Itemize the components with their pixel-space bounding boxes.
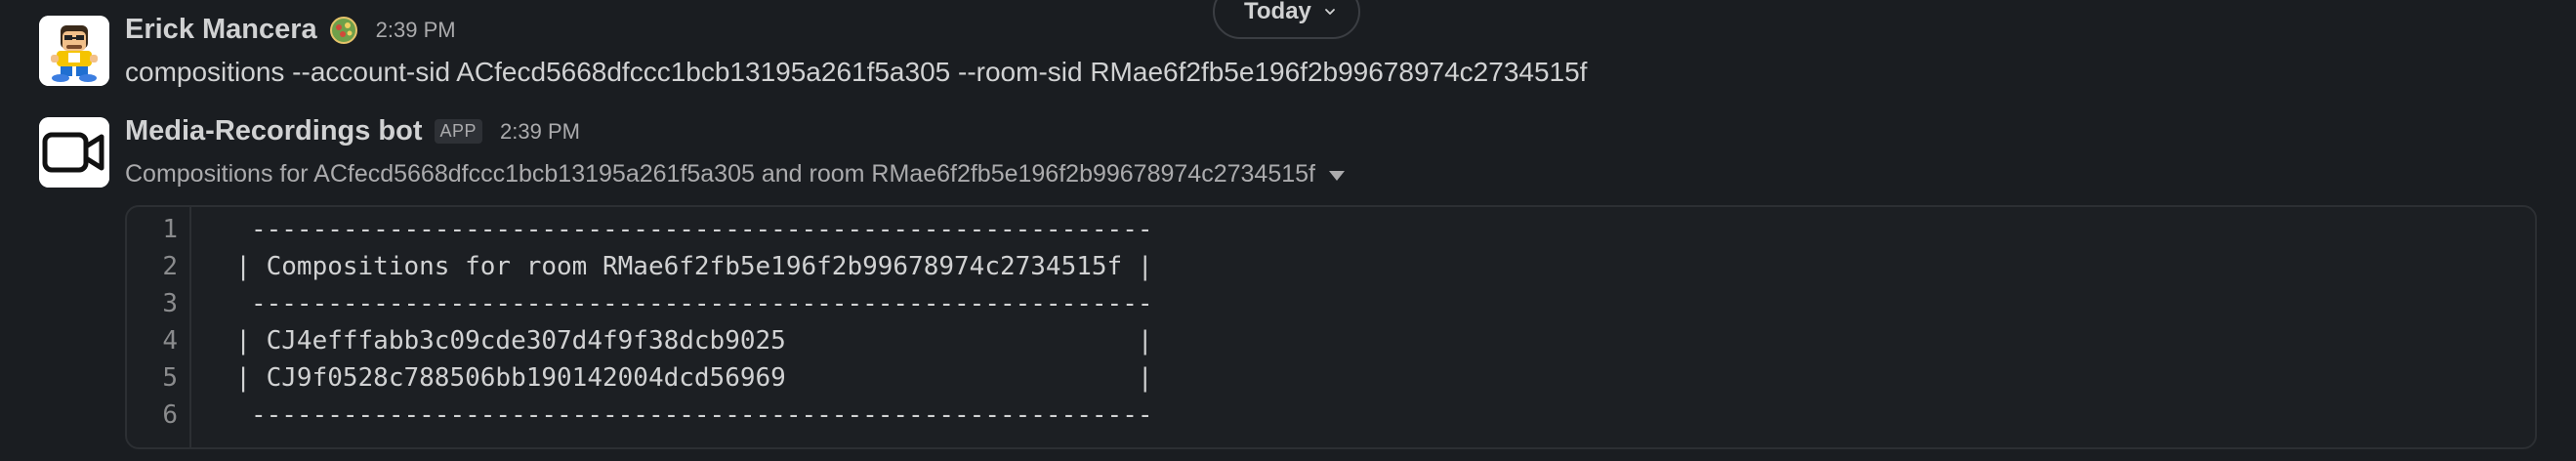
avatar-media-recordings-bot[interactable] <box>39 117 109 188</box>
line-number: 1 <box>162 215 178 244</box>
line-number: 5 <box>162 363 178 393</box>
code-line: | CJ4efffabb3c09cde307d4f9f38dcb9025 | <box>205 326 1153 356</box>
line-number-gutter: 1 2 3 4 5 6 <box>127 207 191 447</box>
attachment-title: Compositions for ACfecd5668dfccc1bcb1319… <box>125 160 1345 189</box>
date-divider-label: Today <box>1244 0 1311 24</box>
code-line: | Compositions for room RMae6f2fb5e196f2… <box>205 252 1153 281</box>
app-badge: APP <box>434 119 483 144</box>
message-text: compositions --account-sid ACfecd5668dfc… <box>125 57 1588 87</box>
message-header: Erick Mancera 2:39 PM <box>125 14 456 46</box>
avatar-erick-mancera[interactable] <box>39 16 109 86</box>
sender-name[interactable]: Erick Mancera <box>125 14 317 46</box>
date-divider-today[interactable]: Today <box>1213 0 1360 39</box>
line-number: 2 <box>162 252 178 281</box>
message-timestamp-bot[interactable]: 2:39 PM <box>500 119 580 145</box>
code-line: ----------------------------------------… <box>205 289 1153 318</box>
code-line: ----------------------------------------… <box>205 215 1153 244</box>
code-line: ----------------------------------------… <box>205 400 1153 430</box>
message-header-bot: Media-Recordings bot APP 2:39 PM <box>125 115 580 147</box>
line-number: 3 <box>162 289 178 318</box>
line-number: 4 <box>162 326 178 356</box>
user-avatar-illustration <box>39 16 109 86</box>
sender-name-bot[interactable]: Media-Recordings bot <box>125 115 423 147</box>
line-number: 6 <box>162 400 178 430</box>
message-timestamp[interactable]: 2:39 PM <box>376 18 456 43</box>
video-camera-icon <box>39 117 109 188</box>
code-snippet: 1 2 3 4 5 6 ----------------------------… <box>125 205 2537 449</box>
status-emoji-icon <box>329 16 357 44</box>
chevron-down-icon <box>1325 9 1335 15</box>
caret-down-icon[interactable] <box>1328 170 1345 181</box>
attachment-title-text: Compositions for ACfecd5668dfccc1bcb1319… <box>125 160 1315 188</box>
code-line: | CJ9f0528c788506bb190142004dcd56969 | <box>205 363 1153 393</box>
